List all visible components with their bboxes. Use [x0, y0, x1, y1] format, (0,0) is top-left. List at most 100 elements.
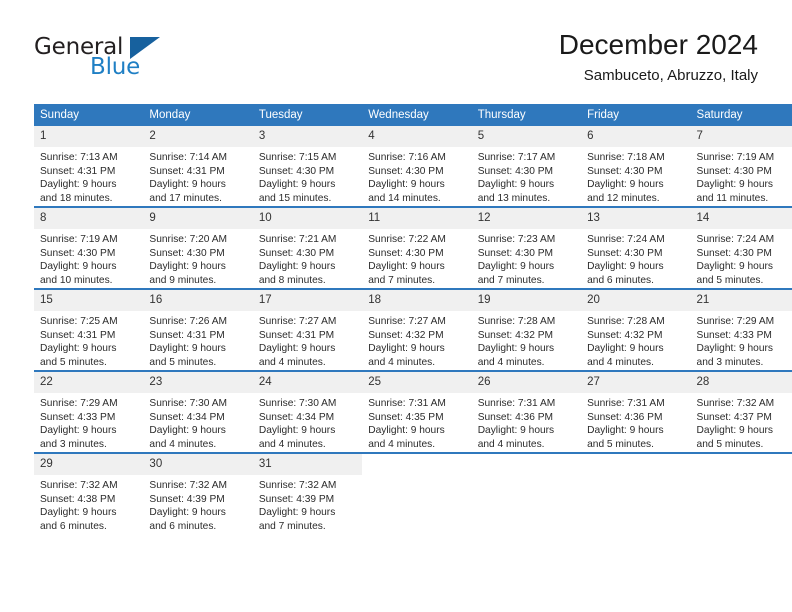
- daylight-text-line1: Daylight: 9 hours: [258, 343, 336, 355]
- calendar-day-cell[interactable]: 15 Sunrise: 7:25 AM Sunset: 4:31 PM Dayligh…: [34, 288, 144, 371]
- sunset-text: Sunset: 4:30 PM: [477, 247, 554, 259]
- calendar-day-cell[interactable]: 16 Sunrise: 7:26 AM Sunset: 4:31 PM Dayligh…: [143, 288, 253, 371]
- calendar-day-cell[interactable]: 2 Sunrise: 7:14 AM Sunset: 4:31 PM Daylight…: [143, 126, 253, 207]
- day-details: Sunrise: 7:28 AM Sunset: 4:32 PM Daylight:…: [581, 311, 690, 369]
- sunset-text: Sunset: 4:33 PM: [40, 411, 116, 423]
- daylight-text-line2: and 6 minutes.: [40, 520, 107, 532]
- weekday-header-tuesday: Tuesday: [252, 104, 363, 126]
- calendar-day-cell[interactable]: 24 Sunrise: 7:30 AM Sunset: 4:34 PM Dayligh…: [252, 370, 363, 453]
- calendar-day-cell[interactable]: 20 Sunrise: 7:28 AM Sunset: 4:32 PM Dayligh…: [581, 288, 691, 371]
- day-number: 3: [252, 126, 363, 147]
- daylight-text-line2: and 5 minutes.: [587, 438, 654, 450]
- sunrise-text: Sunrise: 7:20 AM: [149, 234, 228, 245]
- daylight-text-line1: Daylight: 9 hours: [587, 179, 664, 191]
- daylight-text-line1: Daylight: 9 hours: [368, 261, 445, 273]
- calendar-day-cell[interactable]: 30 Sunrise: 7:32 AM Sunset: 4:39 PM Dayligh…: [143, 452, 253, 534]
- calendar-day-cell[interactable]: 29 Sunrise: 7:32 AM Sunset: 4:38 PM Dayligh…: [34, 452, 144, 534]
- weekday-header-row: Sunday Monday Tuesday Wednesday Thursday Frid…: [34, 104, 792, 126]
- calendar-day-cell[interactable]: 31 Sunrise: 7:32 AM Sunset: 4:39 PM Dayligh…: [252, 452, 363, 534]
- calendar-day-cell[interactable]: 3 Sunrise: 7:15 AM Sunset: 4:30 PM Daylight…: [252, 126, 363, 207]
- calendar-day-cell[interactable]: 22 Sunrise: 7:29 AM Sunset: 4:33 PM Dayligh…: [34, 370, 144, 453]
- calendar-empty-cell: [362, 452, 472, 534]
- weekday-header-monday: Monday: [143, 104, 253, 126]
- daylight-text-line2: and 6 minutes.: [149, 520, 217, 532]
- general-blue-logo[interactable]: General Blue: [34, 34, 244, 92]
- sunrise-text: Sunrise: 7:27 AM: [258, 316, 337, 327]
- sunset-text: Sunset: 4:35 PM: [368, 411, 444, 423]
- daylight-text-line2: and 6 minutes.: [587, 274, 654, 286]
- daylight-text-line2: and 4 minutes.: [258, 438, 326, 450]
- calendar-day-cell[interactable]: 12 Sunrise: 7:23 AM Sunset: 4:30 PM Dayligh…: [471, 206, 582, 289]
- calendar-day-cell[interactable]: 18 Sunrise: 7:27 AM Sunset: 4:32 PM Dayligh…: [362, 288, 472, 371]
- daylight-text-line2: and 12 minutes.: [587, 192, 660, 204]
- sunset-text: Sunset: 4:31 PM: [149, 329, 225, 341]
- day-number: 2: [143, 126, 253, 147]
- daylight-text-line2: and 10 minutes.: [40, 274, 113, 286]
- calendar-day-cell[interactable]: 9 Sunrise: 7:20 AM Sunset: 4:30 PM Daylight…: [143, 206, 253, 289]
- daylight-text-line2: and 4 minutes.: [368, 438, 436, 450]
- day-details: Sunrise: 7:14 AM Sunset: 4:31 PM Daylight:…: [143, 147, 252, 205]
- daylight-text-line2: and 8 minutes.: [258, 274, 326, 286]
- day-details: Sunrise: 7:31 AM Sunset: 4:35 PM Daylight:…: [362, 393, 471, 451]
- calendar-day-cell[interactable]: 28 Sunrise: 7:32 AM Sunset: 4:37 PM Dayligh…: [690, 370, 792, 453]
- day-details: Sunrise: 7:24 AM Sunset: 4:30 PM Daylight:…: [581, 229, 690, 287]
- calendar-day-cell[interactable]: 17 Sunrise: 7:27 AM Sunset: 4:31 PM Dayligh…: [252, 288, 363, 371]
- daylight-text-line1: Daylight: 9 hours: [258, 507, 336, 519]
- sunrise-text: Sunrise: 7:32 AM: [40, 480, 118, 491]
- calendar-day-cell[interactable]: 1 Sunrise: 7:13 AM Sunset: 4:31 PM Daylight…: [34, 126, 144, 207]
- calendar-day-cell[interactable]: 6 Sunrise: 7:18 AM Sunset: 4:30 PM Daylight…: [581, 126, 691, 207]
- calendar-table: Sunday Monday Tuesday Wednesday Thursday Frid…: [34, 104, 792, 534]
- calendar-day-cell[interactable]: 27 Sunrise: 7:31 AM Sunset: 4:36 PM Dayligh…: [581, 370, 691, 453]
- sunrise-text: Sunrise: 7:16 AM: [368, 152, 446, 163]
- sunrise-text: Sunrise: 7:24 AM: [696, 234, 775, 245]
- day-details: Sunrise: 7:23 AM Sunset: 4:30 PM Daylight:…: [472, 229, 581, 287]
- sunrise-text: Sunrise: 7:17 AM: [477, 152, 556, 163]
- daylight-text-line2: and 7 minutes.: [368, 274, 436, 286]
- location-subtitle: Sambuceto, Abruzzo, Italy: [583, 67, 758, 84]
- calendar-empty-cell: [690, 452, 792, 534]
- day-details: Sunrise: 7:25 AM Sunset: 4:31 PM Daylight:…: [34, 311, 143, 369]
- calendar-page: General Blue December 2024 Sambuceto, Ab…: [0, 0, 792, 612]
- calendar-day-cell[interactable]: 25 Sunrise: 7:31 AM Sunset: 4:35 PM Dayligh…: [362, 370, 472, 453]
- day-details: Sunrise: 7:15 AM Sunset: 4:30 PM Daylight:…: [253, 147, 362, 205]
- daylight-text-line2: and 17 minutes.: [149, 192, 222, 204]
- daylight-text-line1: Daylight: 9 hours: [587, 261, 664, 273]
- calendar-day-cell[interactable]: 26 Sunrise: 7:31 AM Sunset: 4:36 PM Dayligh…: [471, 370, 582, 453]
- day-number: 15: [34, 290, 144, 311]
- calendar-day-cell[interactable]: 14 Sunrise: 7:24 AM Sunset: 4:30 PM Dayligh…: [690, 206, 792, 289]
- day-number: 6: [581, 126, 691, 147]
- sunrise-text: Sunrise: 7:27 AM: [368, 316, 446, 327]
- calendar-day-cell[interactable]: 4 Sunrise: 7:16 AM Sunset: 4:30 PM Daylight…: [362, 126, 472, 207]
- daylight-text-line1: Daylight: 9 hours: [477, 179, 555, 191]
- day-details: Sunrise: 7:28 AM Sunset: 4:32 PM Daylight:…: [472, 311, 581, 369]
- day-details: Sunrise: 7:18 AM Sunset: 4:30 PM Daylight:…: [581, 147, 690, 205]
- daylight-text-line2: and 4 minutes.: [477, 356, 545, 368]
- sunrise-text: Sunrise: 7:32 AM: [696, 398, 775, 409]
- calendar-day-cell[interactable]: 5 Sunrise: 7:17 AM Sunset: 4:30 PM Daylight…: [471, 126, 582, 207]
- calendar-day-cell[interactable]: 19 Sunrise: 7:28 AM Sunset: 4:32 PM Dayligh…: [471, 288, 582, 371]
- calendar-week-row: 8 Sunrise: 7:19 AM Sunset: 4:30 PM Daylight…: [34, 206, 792, 289]
- sunset-text: Sunset: 4:30 PM: [696, 165, 772, 177]
- calendar-day-cell[interactable]: 11 Sunrise: 7:22 AM Sunset: 4:30 PM Dayligh…: [362, 206, 472, 289]
- sunset-text: Sunset: 4:38 PM: [40, 493, 116, 505]
- sunrise-text: Sunrise: 7:28 AM: [477, 316, 556, 327]
- calendar-day-cell[interactable]: 8 Sunrise: 7:19 AM Sunset: 4:30 PM Daylight…: [34, 206, 144, 289]
- daylight-text-line2: and 4 minutes.: [258, 356, 326, 368]
- daylight-text-line1: Daylight: 9 hours: [40, 507, 117, 519]
- sunset-text: Sunset: 4:31 PM: [258, 329, 335, 341]
- day-details: Sunrise: 7:32 AM Sunset: 4:38 PM Daylight:…: [34, 475, 143, 533]
- calendar-day-cell[interactable]: 7 Sunrise: 7:19 AM Sunset: 4:30 PM Daylight…: [690, 126, 792, 207]
- daylight-text-line2: and 4 minutes.: [149, 438, 217, 450]
- calendar-day-cell[interactable]: 21 Sunrise: 7:29 AM Sunset: 4:33 PM Dayligh…: [690, 288, 792, 371]
- calendar-day-cell[interactable]: 23 Sunrise: 7:30 AM Sunset: 4:34 PM Dayligh…: [143, 370, 253, 453]
- day-number: 10: [252, 208, 363, 229]
- calendar-day-cell[interactable]: 10 Sunrise: 7:21 AM Sunset: 4:30 PM Dayligh…: [252, 206, 363, 289]
- daylight-text-line1: Daylight: 9 hours: [40, 261, 117, 273]
- sunset-text: Sunset: 4:31 PM: [40, 165, 116, 177]
- day-details: Sunrise: 7:32 AM Sunset: 4:39 PM Daylight:…: [253, 475, 362, 533]
- day-number: 9: [143, 208, 253, 229]
- calendar-day-cell[interactable]: 13 Sunrise: 7:24 AM Sunset: 4:30 PM Dayligh…: [581, 206, 691, 289]
- sunrise-text: Sunrise: 7:28 AM: [587, 316, 665, 327]
- day-number: 26: [471, 372, 582, 393]
- day-number: 5: [471, 126, 582, 147]
